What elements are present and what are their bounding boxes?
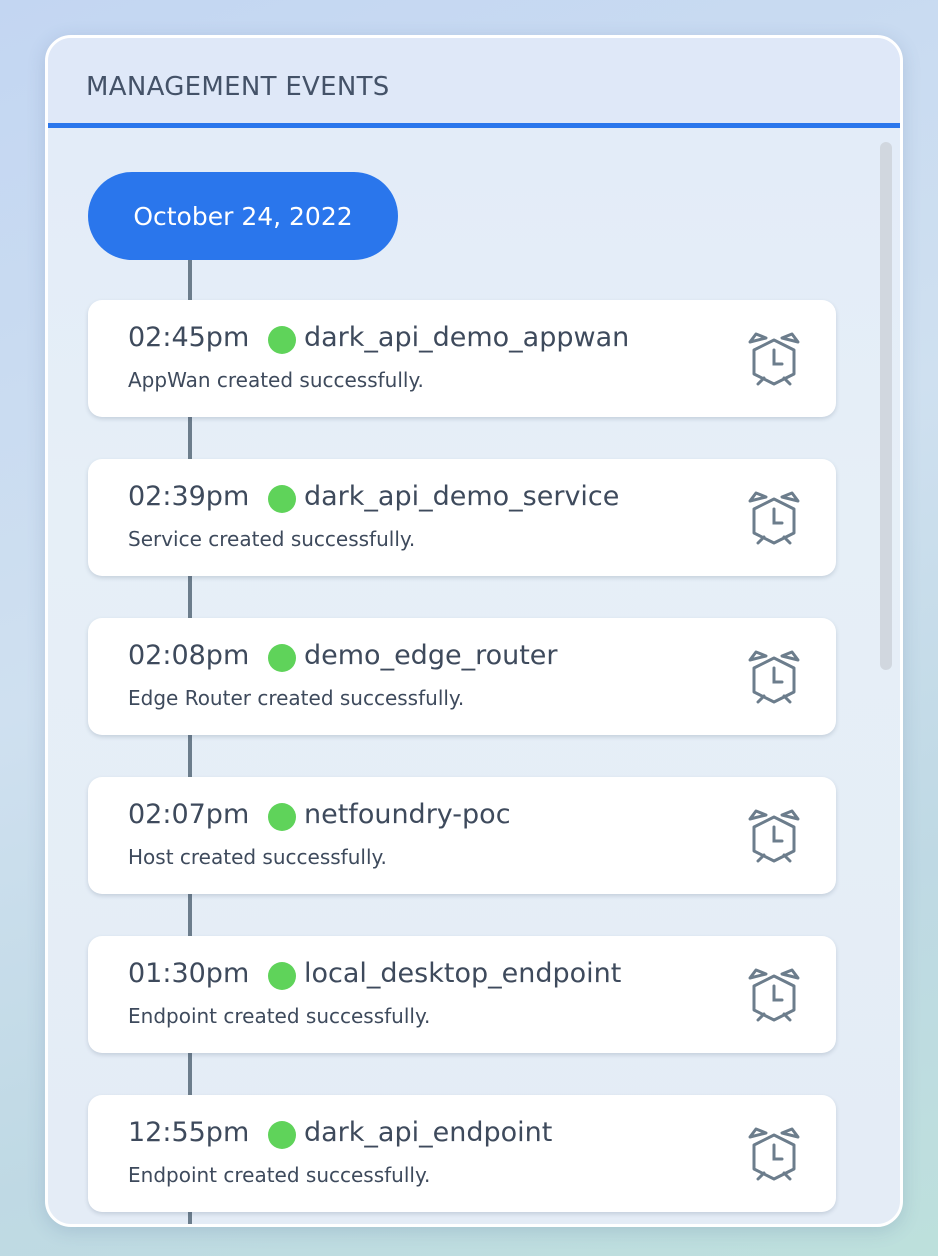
event-description: AppWan created successfully. bbox=[128, 368, 424, 392]
event-name: dark_api_demo_service bbox=[304, 481, 620, 512]
status-dot bbox=[268, 803, 296, 831]
event-name: demo_edge_router bbox=[304, 640, 558, 671]
alarm-clock-icon bbox=[748, 650, 800, 704]
date-badge: October 24, 2022 bbox=[88, 172, 398, 260]
status-dot bbox=[268, 326, 296, 354]
event-card[interactable]: 02:08pm demo_edge_router Edge Router cre… bbox=[88, 618, 836, 735]
alarm-clock-icon bbox=[748, 1127, 800, 1181]
event-description: Endpoint created successfully. bbox=[128, 1004, 431, 1028]
event-time: 01:30pm bbox=[128, 958, 250, 989]
event-description: Host created successfully. bbox=[128, 845, 387, 869]
event-description: Service created successfully. bbox=[128, 527, 416, 551]
event-card[interactable]: 02:07pm netfoundry-poc Host created succ… bbox=[88, 777, 836, 894]
management-events-panel: MANAGEMENT EVENTS October 24, 2022 02:45… bbox=[45, 35, 903, 1227]
event-name: netfoundry-poc bbox=[304, 799, 511, 830]
status-dot bbox=[268, 485, 296, 513]
event-description: Edge Router created successfully. bbox=[128, 686, 465, 710]
event-list: 02:45pm dark_api_demo_appwan AppWan crea… bbox=[88, 300, 836, 1224]
event-description: Endpoint created successfully. bbox=[128, 1163, 431, 1187]
event-name: dark_api_demo_appwan bbox=[304, 322, 630, 353]
alarm-clock-icon bbox=[748, 968, 800, 1022]
panel-title: MANAGEMENT EVENTS bbox=[86, 72, 390, 102]
event-time: 02:08pm bbox=[128, 640, 250, 671]
alarm-clock-icon bbox=[748, 332, 800, 386]
event-card[interactable]: 02:39pm dark_api_demo_service Service cr… bbox=[88, 459, 836, 576]
event-card[interactable]: 02:45pm dark_api_demo_appwan AppWan crea… bbox=[88, 300, 836, 417]
alarm-clock-icon bbox=[748, 491, 800, 545]
status-dot bbox=[268, 644, 296, 672]
event-card[interactable]: 01:30pm local_desktop_endpoint Endpoint … bbox=[88, 936, 836, 1053]
event-name: local_desktop_endpoint bbox=[304, 958, 622, 989]
alarm-clock-icon bbox=[748, 809, 800, 863]
event-card[interactable]: 12:55pm dark_api_endpoint Endpoint creat… bbox=[88, 1095, 836, 1212]
event-name: dark_api_endpoint bbox=[304, 1117, 553, 1148]
panel-header: MANAGEMENT EVENTS bbox=[48, 38, 900, 128]
scrollbar-thumb[interactable] bbox=[880, 142, 892, 670]
status-dot bbox=[268, 1121, 296, 1149]
status-dot bbox=[268, 962, 296, 990]
event-time: 02:07pm bbox=[128, 799, 250, 830]
event-time: 02:39pm bbox=[128, 481, 250, 512]
event-time: 02:45pm bbox=[128, 322, 250, 353]
event-time: 12:55pm bbox=[128, 1117, 250, 1148]
